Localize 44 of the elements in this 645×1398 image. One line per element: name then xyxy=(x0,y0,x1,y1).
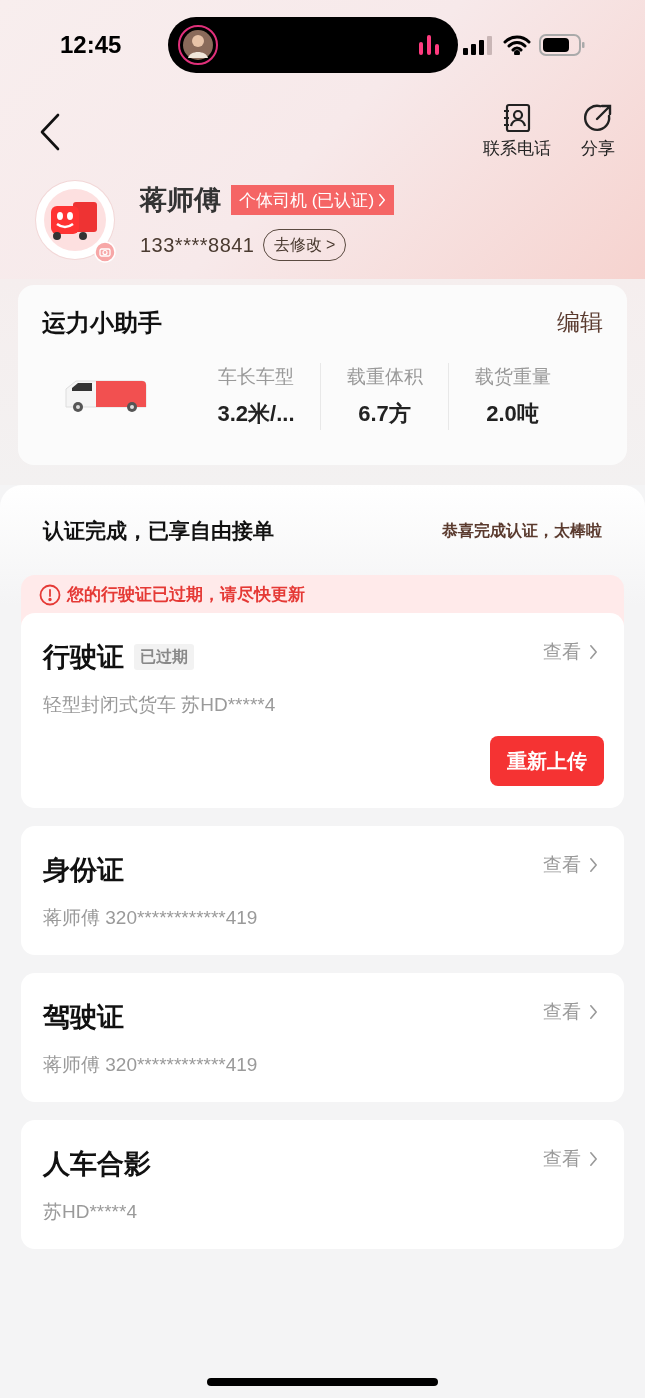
document-title: 行驶证 xyxy=(43,640,124,674)
document-detail: 轻型封闭式货车 苏HD*****4 xyxy=(43,693,277,717)
document-title: 人车合影 xyxy=(43,1147,151,1181)
status-time: 12:45 xyxy=(60,30,123,60)
truck-mascot-icon xyxy=(43,188,107,253)
stat-label: 车长车型 xyxy=(218,364,294,389)
driver-name: 蒋师傅 xyxy=(140,184,221,217)
signal-icon xyxy=(463,35,495,55)
edit-link[interactable]: 编辑 xyxy=(557,305,603,340)
battery-icon xyxy=(539,34,585,56)
document-card[interactable]: 身份证 查看 蒋师傅 320************419 xyxy=(21,825,624,955)
chevron-right-icon xyxy=(589,856,598,873)
document-detail: 苏HD*****4 xyxy=(43,1200,138,1224)
certification-title: 认证完成，已享自由接单 xyxy=(43,517,274,544)
contact-button[interactable]: 联系电话 xyxy=(483,102,551,162)
document-detail: 蒋师傅 320************419 xyxy=(43,906,259,930)
audio-bars-icon xyxy=(418,34,440,56)
stat-label: 载货重量 xyxy=(474,364,551,389)
stat-label: 载重体积 xyxy=(346,364,423,389)
alert-icon xyxy=(39,583,61,606)
document-title: 驾驶证 xyxy=(43,1000,124,1034)
stat-value: 2.0吨 xyxy=(486,400,539,428)
chevron-right-icon xyxy=(589,1150,598,1167)
document-card[interactable]: 驾驶证 查看 蒋师傅 320************419 xyxy=(21,972,624,1102)
share-icon xyxy=(582,102,614,134)
back-button[interactable] xyxy=(38,112,62,152)
stat-value: 6.7方 xyxy=(358,400,411,428)
assistant-title: 运力小助手 xyxy=(42,307,162,338)
document-card[interactable]: 人车合影 查看 苏HD*****4 xyxy=(21,1119,624,1249)
stat-value: 3.2米/... xyxy=(217,400,295,428)
reupload-button[interactable]: 重新上传 xyxy=(490,735,604,786)
certification-note: 恭喜完成认证，太棒啦 xyxy=(442,520,602,541)
wifi-icon xyxy=(503,35,531,55)
document-title: 身份证 xyxy=(43,853,124,887)
share-button[interactable]: 分享 xyxy=(581,102,615,162)
chevron-right-icon xyxy=(589,1003,598,1020)
document-card[interactable]: 行驶证 已过期 查看 轻型封闭式货车 苏HD*****4 重新上传 xyxy=(21,612,624,808)
warning-text: 您的行驶证已过期，请尽快更新 xyxy=(67,583,305,606)
phone-number: 133****8841 xyxy=(140,232,255,258)
chevron-right-icon xyxy=(378,193,387,208)
expired-tag: 已过期 xyxy=(134,643,194,670)
chevron-right-icon xyxy=(589,643,598,660)
document-detail: 蒋师傅 320************419 xyxy=(43,1053,259,1077)
contact-book-icon xyxy=(501,102,533,134)
